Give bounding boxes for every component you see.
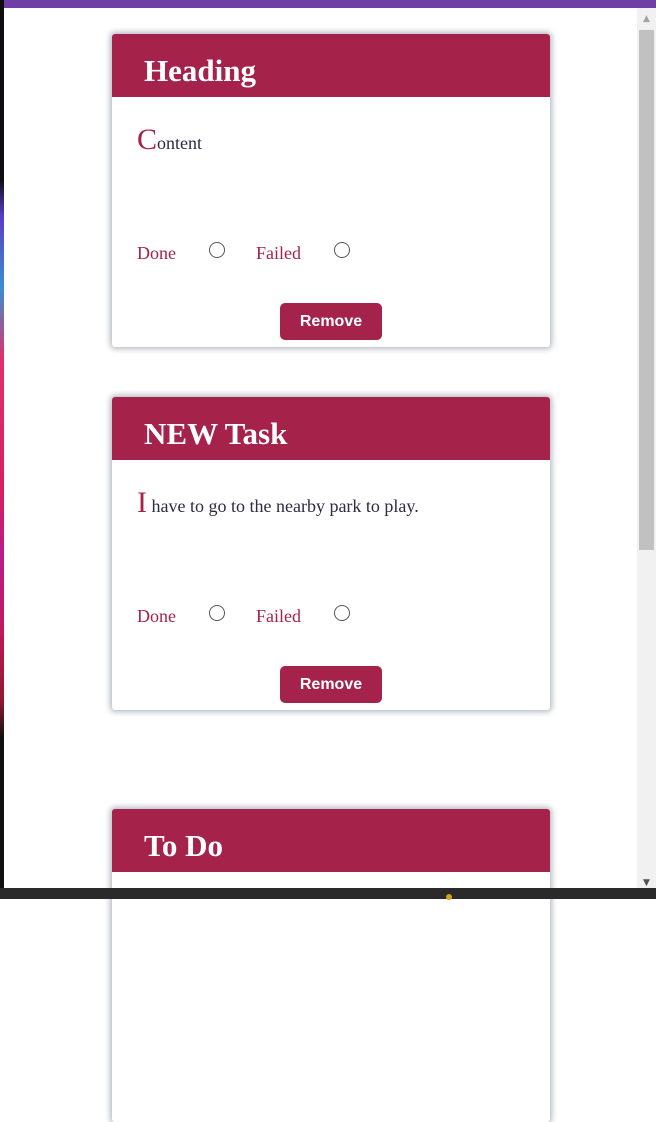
done-radio[interactable] xyxy=(209,242,225,258)
vertical-scrollbar[interactable]: ▲ ▼ xyxy=(637,8,656,888)
task-card-title: To Do xyxy=(112,809,550,872)
task-card-title: Heading xyxy=(112,34,550,97)
task-card: NEW Task I have to go to the nearby park… xyxy=(112,397,550,710)
task-content-text: ontent xyxy=(157,133,203,153)
task-card: To Do xyxy=(112,809,550,1122)
task-card-body: I have to go to the nearby park to play.… xyxy=(112,460,550,710)
remove-button[interactable]: Remove xyxy=(280,303,382,340)
background-strip xyxy=(0,0,4,899)
task-content: I have to go to the nearby park to play. xyxy=(137,486,419,520)
top-accent-bar xyxy=(0,0,656,8)
done-radio[interactable] xyxy=(209,605,225,621)
done-label: Done xyxy=(137,243,176,263)
task-card-body xyxy=(112,872,550,1122)
task-content-initial: I xyxy=(137,486,147,519)
taskbar-icon xyxy=(446,894,452,900)
task-card: Heading Content Done Failed Remove xyxy=(112,34,550,347)
task-card-title: NEW Task xyxy=(112,397,550,460)
failed-label: Failed xyxy=(256,243,301,263)
failed-label: Failed xyxy=(256,606,301,626)
remove-button[interactable]: Remove xyxy=(280,666,382,703)
failed-radio[interactable] xyxy=(334,242,350,258)
done-label: Done xyxy=(137,606,176,626)
task-content: Content xyxy=(137,123,202,157)
scrollbar-thumb[interactable] xyxy=(639,30,654,550)
taskbar-strip xyxy=(0,888,656,899)
scroll-down-arrow-icon[interactable]: ▼ xyxy=(637,878,656,888)
task-content-initial: C xyxy=(137,123,158,156)
failed-radio[interactable] xyxy=(334,605,350,621)
scroll-up-arrow-icon[interactable]: ▲ xyxy=(637,14,656,24)
task-card-body: Content Done Failed Remove xyxy=(112,97,550,347)
task-content-text: have to go to the nearby park to play. xyxy=(147,496,419,516)
